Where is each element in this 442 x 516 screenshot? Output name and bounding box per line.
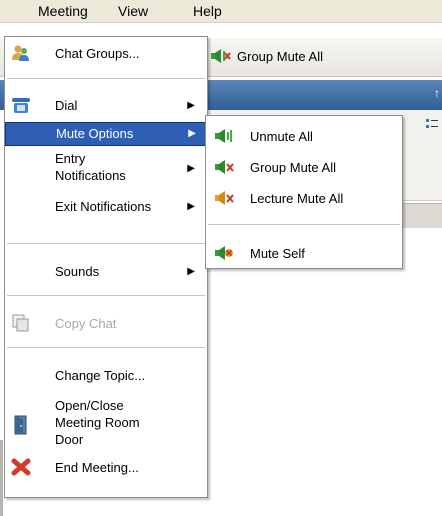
- submenu-arrow-icon: ▶: [187, 100, 195, 111]
- menu-item-change-topic[interactable]: Change Topic...: [5, 365, 207, 387]
- separator: [7, 347, 205, 348]
- menu-item-copy-chat: Copy Chat: [5, 313, 207, 335]
- group-icon: [11, 44, 31, 65]
- submenu-arrow-icon: ▶: [187, 163, 195, 174]
- toolbar-group-mute-all[interactable]: Group Mute All: [237, 49, 323, 64]
- menu-item-lecture-mute-all[interactable]: Lecture Mute All: [206, 188, 402, 210]
- menu-item-label: Dial: [55, 98, 78, 113]
- menu-item-entry-notifications[interactable]: Entry Notifications ▶: [5, 149, 207, 189]
- menu-item-label: Notifications: [55, 168, 126, 183]
- menu-item-label: Sounds: [55, 264, 100, 279]
- menu-item-label: Door: [55, 432, 84, 447]
- menu-item-label: Mute Options: [56, 126, 134, 141]
- menu-item-label: Entry: [55, 151, 86, 166]
- menu-item-label: Exit Notifications: [55, 199, 152, 214]
- menu-item-mute-self[interactable]: Mute Self: [206, 243, 402, 265]
- collapse-icon[interactable]: ↑: [434, 86, 440, 100]
- menu-item-chat-groups[interactable]: Chat Groups...: [5, 43, 207, 65]
- phone-icon: [11, 96, 31, 117]
- separator: [7, 295, 205, 296]
- menu-item-label: Open/Close: [55, 398, 124, 413]
- menu-item-label: Chat Groups...: [55, 46, 140, 61]
- close-icon: [11, 458, 31, 479]
- menu-item-label: Change Topic...: [55, 368, 146, 383]
- menu-help[interactable]: Help: [193, 3, 222, 19]
- separator: [7, 243, 205, 244]
- menu-item-label: Mute Self: [250, 246, 305, 261]
- submenu-arrow-icon: ▶: [188, 128, 196, 139]
- copy-icon: [11, 314, 31, 335]
- menu-item-group-mute-all[interactable]: Group Mute All: [206, 157, 402, 179]
- unmute-speaker-icon: [214, 128, 234, 147]
- menu-item-unmute-all[interactable]: Unmute All: [206, 126, 402, 148]
- menu-item-dial[interactable]: Dial ▶: [5, 95, 207, 117]
- speaker-icon[interactable]: [210, 48, 232, 67]
- menu-item-label: End Meeting...: [55, 460, 139, 475]
- lecture-mute-icon: [214, 190, 234, 209]
- menu-item-label: Lecture Mute All: [250, 191, 344, 206]
- menu-item-exit-notifications[interactable]: Exit Notifications ▶: [5, 196, 207, 218]
- separator: [208, 224, 400, 225]
- menu-item-open-close-door[interactable]: Open/Close Meeting Room Door: [5, 395, 207, 451]
- menu-item-label: Copy Chat: [55, 316, 117, 331]
- door-icon: [11, 415, 31, 438]
- menu-item-mute-options[interactable]: Mute Options ▶: [5, 122, 209, 146]
- mute-options-submenu: Unmute All Group Mute All Lecture Mute A…: [205, 115, 403, 269]
- menu-view[interactable]: View: [118, 3, 148, 19]
- window-edge: [0, 440, 3, 516]
- menu-item-label: Meeting Room: [55, 415, 140, 430]
- menu-item-sounds[interactable]: Sounds ▶: [5, 261, 207, 283]
- meeting-menu: Chat Groups... Dial ▶ Mute Options ▶ Ent…: [4, 36, 209, 498]
- separator: [7, 78, 205, 79]
- submenu-arrow-icon: ▶: [187, 266, 195, 277]
- menu-meeting[interactable]: Meeting: [38, 3, 88, 19]
- menu-item-label: Unmute All: [250, 129, 313, 144]
- menu-item-end-meeting[interactable]: End Meeting...: [5, 457, 207, 479]
- submenu-arrow-icon: ▶: [187, 201, 195, 212]
- group-mute-icon: [214, 159, 234, 178]
- mute-self-icon: [214, 245, 234, 264]
- menu-item-label: Group Mute All: [250, 160, 336, 175]
- menu-bar: Meeting View Help: [0, 0, 442, 23]
- list-icon[interactable]: [426, 118, 438, 133]
